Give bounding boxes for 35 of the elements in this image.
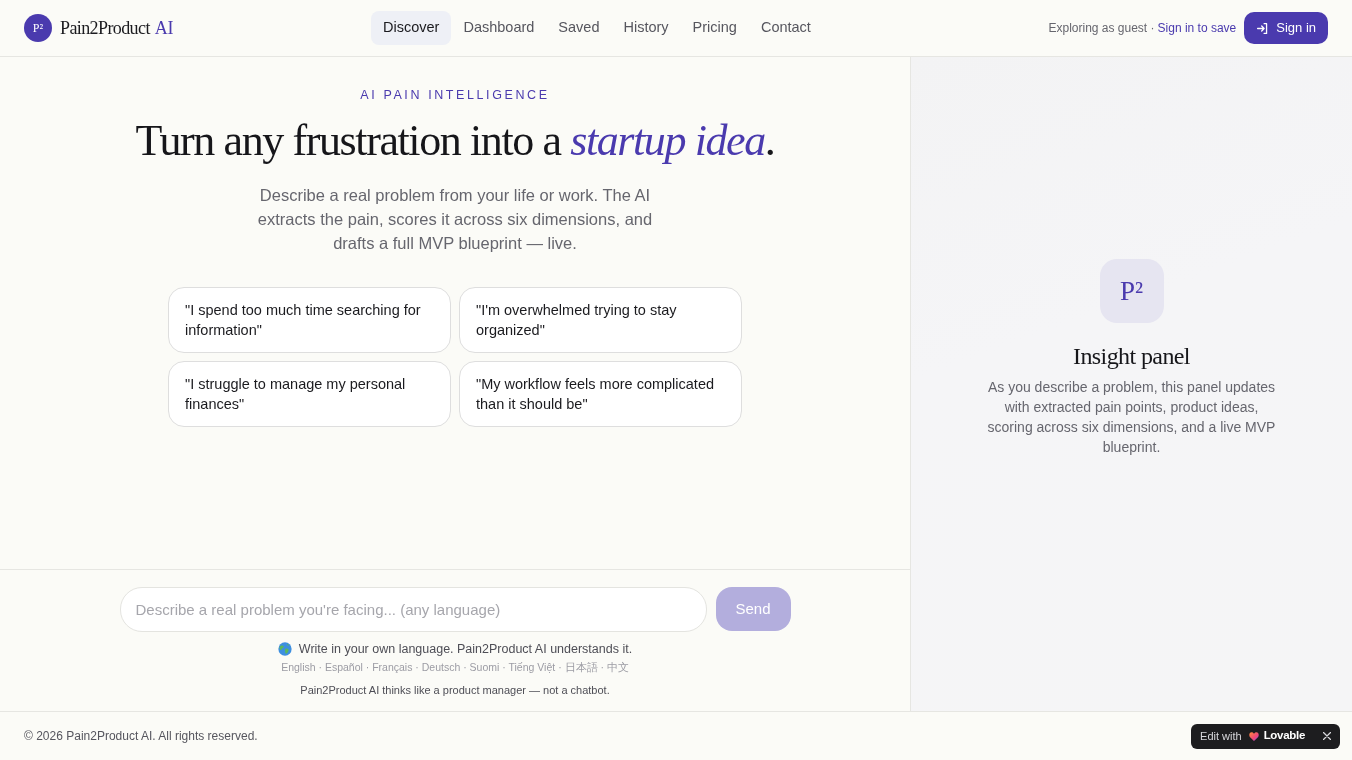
close-icon: [1323, 732, 1331, 740]
logo-mark: P²: [24, 14, 52, 42]
sign-in-link[interactable]: Sign in to save: [1157, 19, 1237, 37]
example-prompt-card[interactable]: "I spend too much time searching for information": [168, 287, 451, 353]
nav-link[interactable]: Pricing: [680, 11, 749, 45]
nav-link[interactable]: Contact: [748, 11, 823, 45]
globe-icon: [277, 642, 292, 656]
problem-input-field[interactable]: Describe a real problem you're facing... (any language): [119, 587, 707, 632]
nav-link[interactable]: Saved: [546, 11, 612, 45]
close-button[interactable]: [1320, 729, 1334, 743]
badge-brand: Lovable: [1263, 728, 1305, 744]
panel-logo-mark: P²: [1099, 259, 1164, 323]
brand-suffix: AI: [154, 16, 173, 40]
panel-description: As you describe a problem, this panel updates with extracted pain points, product ideas, scoring across six dimensions, and a live MVP blueprint.: [986, 378, 1277, 457]
copyright-text: © 2026 Pain2Product AI. All rights reserved.: [24, 728, 258, 745]
heart-icon: [1248, 731, 1259, 741]
intro-text: Describe a real problem from your life or work. The AI extracts the pain, scores it across six dimensions, and drafts a full MVP blueprint — live.: [256, 185, 654, 254]
eyebrow-text: AI PAIN INTELLIGENCE: [360, 87, 550, 103]
example-prompt-card[interactable]: "My workflow feels more complicated than it should be": [459, 361, 742, 427]
language-note: Write in your own language. Pain2Product AI understands it.: [298, 641, 633, 657]
brand-name: Pain2Product: [60, 16, 150, 40]
edit-badge[interactable]: Edit with Lovable: [1191, 723, 1340, 749]
tagline: Pain2Product AI thinks like a product manager — not a chatbot.: [300, 683, 610, 697]
example-prompt-card[interactable]: "I'm overwhelmed trying to stay organized": [459, 287, 742, 353]
sign-in-button[interactable]: Sign in: [1244, 12, 1328, 44]
badge-label: Edit with: [1200, 728, 1242, 744]
language-list: English · Español · Français · Deutsch · Suomi · Tiếng Việt · 日本語 · 中文: [281, 660, 629, 674]
example-prompt-card[interactable]: "I struggle to manage my personal finances": [168, 361, 451, 427]
nav-link[interactable]: History: [611, 11, 681, 45]
headline: Turn any frustration into a startup idea.: [135, 115, 775, 167]
nav-link[interactable]: Discover: [371, 11, 452, 45]
nav-link[interactable]: Dashboard: [451, 11, 547, 45]
sign-in-icon: [1256, 21, 1270, 35]
guest-note: Exploring as guest ·: [1048, 20, 1155, 37]
panel-title: Insight panel: [1073, 342, 1190, 371]
